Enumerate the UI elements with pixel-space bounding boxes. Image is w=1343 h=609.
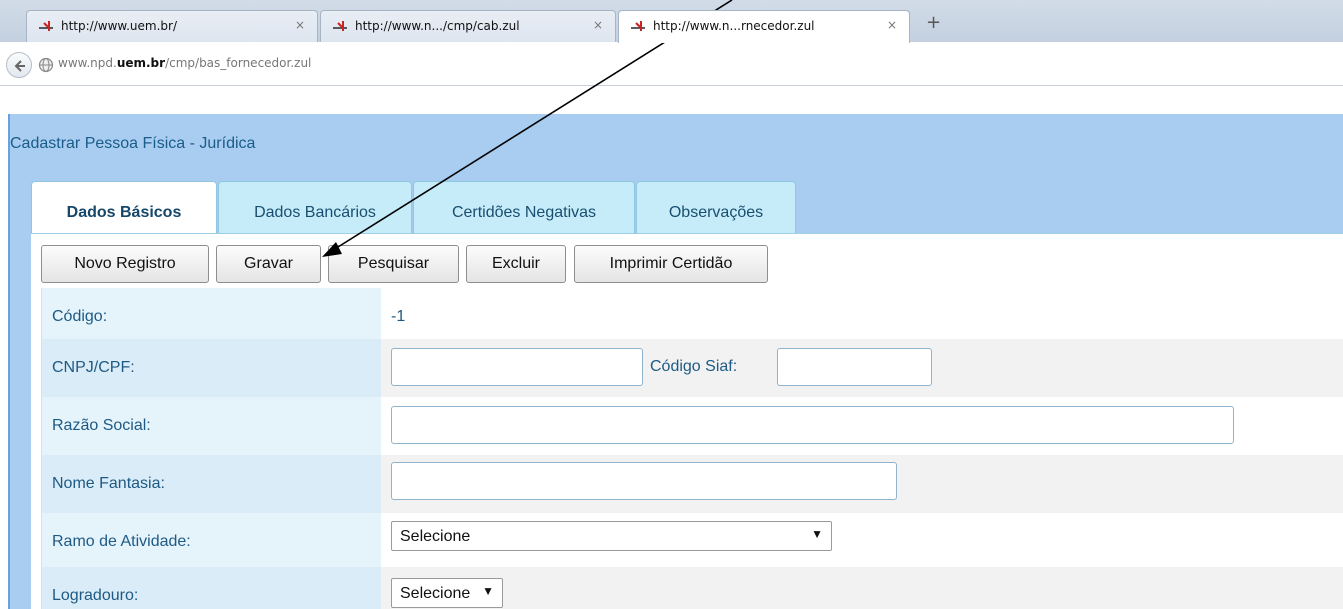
back-button[interactable] — [6, 52, 32, 78]
url-path: /cmp/bas_fornecedor.zul — [165, 56, 312, 70]
tab-title: http://www.uem.br/ — [61, 19, 178, 33]
ramo-label: Ramo de Atividade: — [52, 533, 191, 550]
imprimir-certidao-button[interactable]: Imprimir Certidão — [574, 245, 768, 283]
chevron-down-icon: ▼ — [482, 584, 494, 598]
codigo-label: Código: — [52, 308, 108, 325]
chevron-down-icon: ▼ — [811, 527, 823, 541]
tab-title: http://www.n.../cmp/cab.zul — [355, 19, 520, 33]
gravar-button[interactable]: Gravar — [216, 245, 321, 283]
close-icon[interactable]: × — [887, 18, 897, 32]
url-domain: uem.br — [116, 56, 166, 70]
ramo-atividade-select[interactable]: Selecione ▼ — [391, 521, 832, 551]
codigo-value: -1 — [391, 308, 406, 325]
form-row-fantasia: Nome Fantasia: — [42, 455, 1343, 513]
codigo-siaf-field[interactable] — [777, 348, 932, 386]
address-bar: www.npd.uem.br/cmp/bas_fornecedor.zul — [0, 42, 1343, 86]
razao-social-field[interactable] — [391, 406, 1234, 444]
site-favicon-icon — [631, 21, 645, 31]
siaf-label: Código Siaf: — [650, 358, 738, 375]
site-favicon-icon — [333, 21, 347, 31]
browser-tab-fornecedor[interactable]: http://www.n...rnecedor.zul × — [618, 10, 910, 43]
form-row-codigo: Código: -1 — [42, 288, 1343, 346]
pesquisar-button[interactable]: Pesquisar — [328, 245, 459, 283]
screenshot-root: http://www.uem.br/ × http://www.n.../cmp… — [0, 0, 1343, 609]
form-row-logradouro: Logradouro: Selecione ▼ — [42, 567, 1343, 609]
razao-label: Razão Social: — [52, 417, 151, 434]
form-row-ramo: Ramo de Atividade: Selecione ▼ — [42, 513, 1343, 571]
nome-fantasia-field[interactable] — [391, 462, 897, 500]
browser-tab-cab[interactable]: http://www.n.../cmp/cab.zul × — [320, 10, 616, 42]
tab-observacoes[interactable]: Observações — [636, 181, 796, 233]
form-row-razao: Razão Social: — [42, 397, 1343, 455]
field-label-cell: Nome Fantasia: — [42, 455, 381, 513]
tab-certidoes-negativas[interactable]: Certidões Negativas — [413, 181, 635, 233]
logradouro-select[interactable]: Selecione ▼ — [391, 578, 503, 608]
tab-dados-basicos[interactable]: Dados Básicos — [31, 181, 217, 233]
site-favicon-icon — [39, 21, 53, 31]
form-row-cnpj: CNPJ/CPF: Código Siaf: — [42, 339, 1343, 397]
url-prefix: www.npd. — [58, 56, 117, 70]
fantasia-label: Nome Fantasia: — [52, 475, 165, 492]
tab-title: http://www.n...rnecedor.zul — [653, 19, 815, 33]
form-grid: Código: -1 CNPJ/CPF: Código Siaf: Razão … — [41, 288, 1343, 609]
close-icon[interactable]: × — [593, 18, 603, 32]
tab-dados-bancarios[interactable]: Dados Bancários — [218, 181, 412, 233]
close-icon[interactable]: × — [295, 18, 305, 32]
field-label-cell: CNPJ/CPF: — [42, 339, 381, 397]
page-top-strip — [0, 86, 1343, 114]
url-field[interactable]: www.npd.uem.br/cmp/bas_fornecedor.zul — [58, 56, 311, 70]
window-left-border — [8, 114, 10, 609]
browser-tab-uem[interactable]: http://www.uem.br/ × — [26, 10, 318, 42]
field-label-cell: Logradouro: — [42, 567, 381, 609]
logradouro-label: Logradouro: — [52, 587, 139, 604]
select-value: Selecione — [400, 528, 471, 545]
page-title: Cadastrar Pessoa Física - Jurídica — [10, 135, 256, 152]
select-value: Selecione — [400, 585, 471, 602]
cnpj-field[interactable] — [391, 348, 643, 386]
cnpj-label: CNPJ/CPF: — [52, 359, 135, 376]
browser-tabstrip: http://www.uem.br/ × http://www.n.../cmp… — [0, 0, 1343, 43]
field-label-cell: Razão Social: — [42, 397, 381, 455]
globe-icon — [38, 57, 54, 73]
field-label-cell: Ramo de Atividade: — [42, 513, 381, 571]
excluir-button[interactable]: Excluir — [466, 245, 566, 283]
back-arrow-icon — [14, 60, 25, 72]
new-tab-icon[interactable]: + — [926, 14, 941, 32]
novo-registro-button[interactable]: Novo Registro — [41, 245, 209, 283]
field-label-cell: Código: — [42, 288, 381, 346]
